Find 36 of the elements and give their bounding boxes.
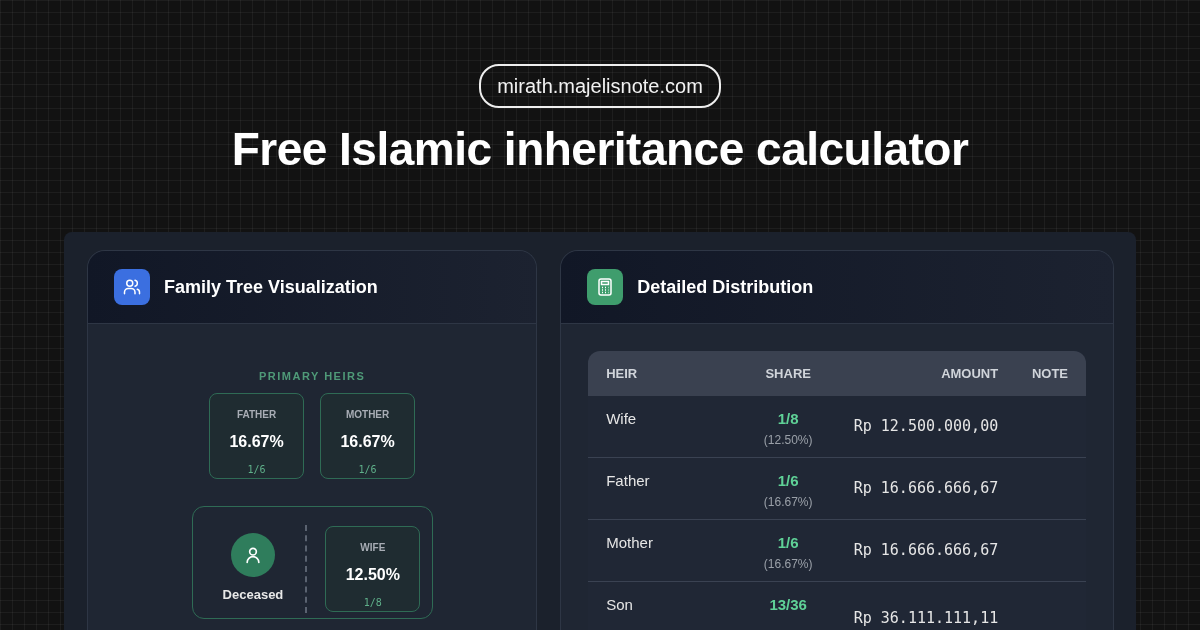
share-percent: 16.67% [228, 431, 285, 452]
section-label: PRIMARY HEIRS [258, 369, 366, 384]
amount-cell-text: Rp 12.500.000,00 [853, 416, 999, 438]
calculator-icon [587, 269, 624, 305]
heir-label: FATHER [235, 407, 278, 422]
share-fraction: 1/8 [362, 595, 383, 610]
table-cell-text: Son [606, 595, 634, 615]
share-fraction: 1/6 [777, 471, 799, 491]
column-header: SHARE [765, 365, 811, 381]
share-fraction: 1/6 [357, 462, 378, 477]
card-title: Detailed Distribution [637, 275, 814, 299]
share-fraction: 1/6 [246, 462, 267, 477]
headline: Free Islamic inheritance calculator [231, 122, 969, 177]
share-percent: 12.50% [344, 564, 401, 585]
users-icon [114, 269, 150, 305]
share-percent: 16.67% [339, 431, 396, 452]
amount-cell-text: Rp 16.666.666,67 [853, 478, 999, 500]
column-header: NOTE [1031, 365, 1068, 381]
column-header: AMOUNT [941, 365, 999, 381]
card-title: Family Tree Visualization [164, 275, 378, 299]
share-fraction: 13/36 [769, 595, 807, 615]
share-percent: (16.67%) [763, 555, 813, 573]
deceased-label: Deceased [222, 585, 284, 604]
share-fraction: 1/8 [777, 409, 799, 429]
share-percent: (12.50%) [763, 431, 813, 449]
site-url-badge: mirath.majelisnote.com [479, 64, 721, 108]
heir-label: WIFE [359, 540, 387, 555]
share-percent: (16.67%) [763, 493, 813, 511]
table-cell-text: Wife [606, 409, 638, 429]
amount-cell-text: Rp 16.666.666,67 [853, 540, 999, 562]
heir-label: MOTHER [344, 407, 391, 422]
table-cell-text: Father [606, 471, 651, 491]
column-header: HEIR [606, 365, 638, 381]
share-fraction: 1/6 [777, 533, 799, 553]
amount-cell-text: Rp 36.111.111,11 [853, 608, 999, 630]
table-cell-text: Mother [606, 533, 654, 553]
